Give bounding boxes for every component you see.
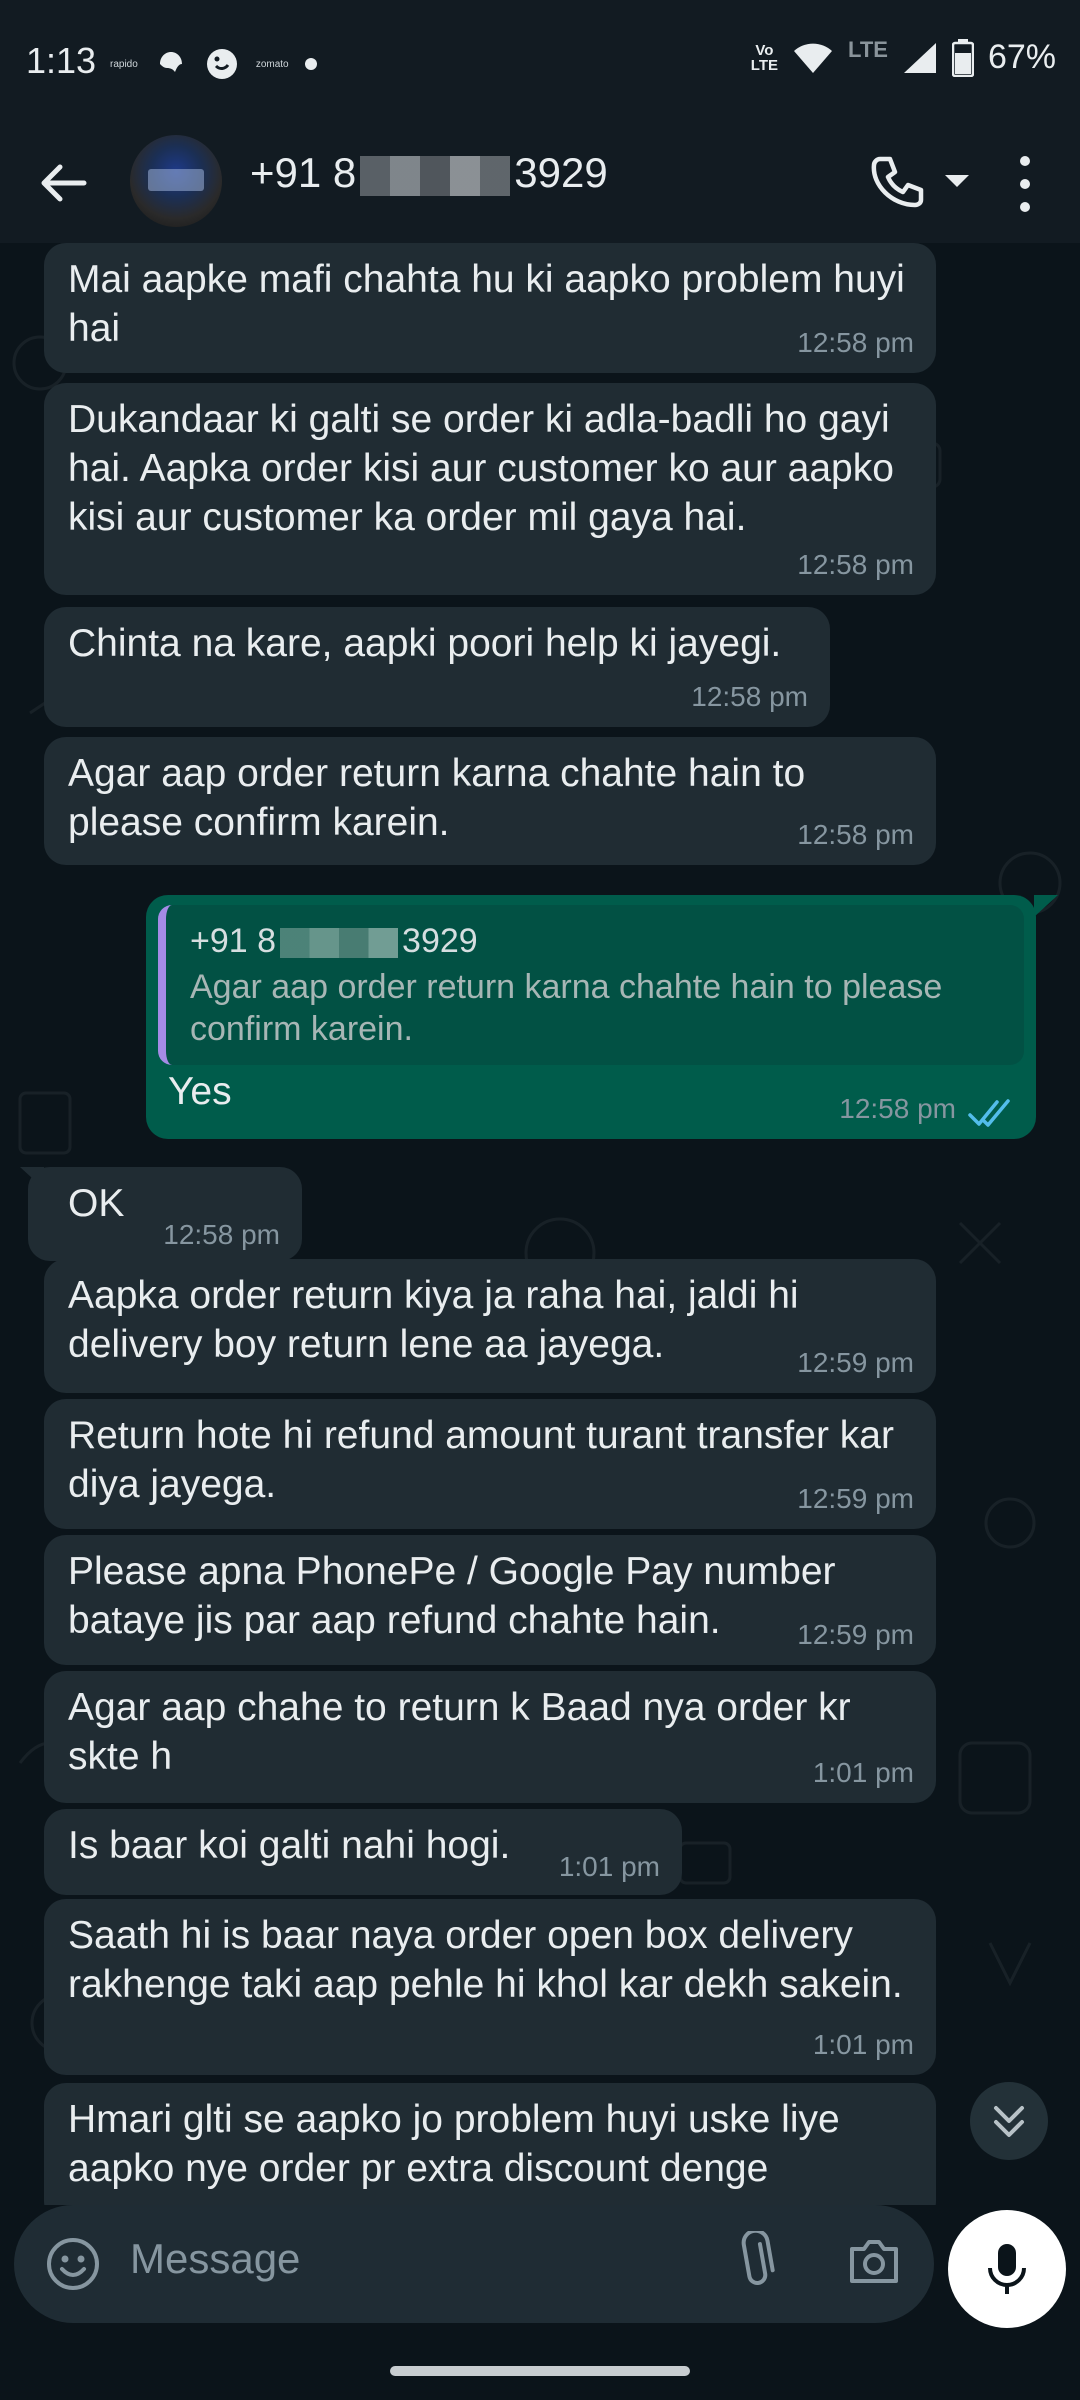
- message-time: 12:58 pm: [163, 1219, 280, 1250]
- incoming-message[interactable]: OK 12:58 pm: [28, 1167, 302, 1261]
- message-time: 12:58 pm: [691, 681, 808, 712]
- redacted-digits: [360, 155, 511, 196]
- message-text: Dukandaar ki galti se order ki adla-badl…: [68, 398, 894, 539]
- message-text: Hmari glti se aapko jo problem huyi uske…: [68, 2098, 840, 2190]
- contact-avatar[interactable]: [130, 135, 222, 227]
- message-text: Saath hi is baar naya order open box del…: [68, 1914, 903, 2006]
- message-text: Agar aap order return karna chahte hain …: [68, 752, 806, 844]
- quoted-text: Agar aap order return karna chahte hain …: [190, 968, 943, 1048]
- notification-icons: rapido zomato: [110, 46, 317, 82]
- incoming-message[interactable]: Please apna PhonePe / Google Pay number …: [44, 1535, 936, 1665]
- system-nav-bar: [0, 2350, 1080, 2400]
- home-gesture-handle[interactable]: [390, 2366, 690, 2376]
- voice-message-button[interactable]: [948, 2210, 1066, 2328]
- message-text: Mai aapke mafi chahta hu ki aapko proble…: [68, 258, 905, 350]
- back-arrow-icon[interactable]: [34, 153, 94, 213]
- message-text: Yes: [168, 1070, 232, 1113]
- signal-icon: [903, 42, 936, 73]
- incoming-message[interactable]: Chinta na kare, aapki poori help ki jaye…: [44, 607, 830, 727]
- message-time: 12:59 pm: [797, 1619, 914, 1650]
- incoming-message[interactable]: Agar aap chahe to return k Baad nya orde…: [44, 1671, 936, 1803]
- message-text: Return hote hi refund amount turant tran…: [68, 1414, 894, 1506]
- scroll-to-bottom-button[interactable]: [970, 2082, 1048, 2160]
- message-composer[interactable]: Message: [14, 2205, 934, 2323]
- chat-notification-icon: [206, 49, 237, 79]
- incoming-message[interactable]: Hmari glti se aapko jo problem huyi uske…: [44, 2083, 936, 2205]
- contact-name[interactable]: +91 8 3929: [250, 149, 608, 197]
- volte-indicator: Vo LTE: [750, 41, 779, 74]
- incoming-message[interactable]: Dukandaar ki galti se order ki adla-badl…: [44, 383, 936, 595]
- swiggy-notification-icon: [159, 52, 182, 72]
- camera-icon[interactable]: [846, 2233, 902, 2289]
- outgoing-message[interactable]: +91 8 3929 Agar aap order return karna ch…: [146, 895, 1036, 1139]
- caret-down-icon[interactable]: [940, 169, 974, 193]
- lte-indicator: LTE: [848, 36, 888, 62]
- message-text: Aapka order return kiya ja raha hai, jal…: [68, 1274, 799, 1366]
- more-notifications-dot: [304, 58, 317, 70]
- incoming-message[interactable]: Aapka order return kiya ja raha hai, jal…: [44, 1259, 936, 1393]
- message-time: 12:58 pm: [839, 1093, 956, 1124]
- message-time: 12:59 pm: [797, 1483, 914, 1514]
- message-time: 12:58 pm: [797, 327, 914, 358]
- message-time: 1:01 pm: [558, 1851, 660, 1882]
- message-input[interactable]: Message: [130, 2235, 300, 2283]
- composer-bar: Message: [0, 2205, 1080, 2350]
- message-list[interactable]: Mai aapke mafi chahta hu ki aapko proble…: [0, 243, 1080, 2205]
- incoming-message[interactable]: Mai aapke mafi chahta hu ki aapko proble…: [44, 243, 936, 373]
- incoming-message[interactable]: Is baar koi galti nahi hogi. 1:01 pm: [44, 1809, 682, 1895]
- phone-icon[interactable]: [866, 151, 926, 211]
- message-text: Please apna PhonePe / Google Pay number …: [68, 1550, 836, 1642]
- chat-header: +91 8 3929: [0, 125, 1080, 243]
- bubble-tail: [20, 1167, 44, 1189]
- battery-icon: [951, 38, 974, 77]
- incoming-message[interactable]: Agar aap order return karna chahte hain …: [44, 737, 936, 865]
- message-time: 12:59 pm: [797, 1347, 914, 1378]
- message-text: Agar aap chahe to return k Baad nya orde…: [68, 1686, 851, 1778]
- zomato-notification-icon: zomato: [255, 58, 289, 70]
- wifi-icon: [794, 43, 833, 73]
- status-bar: 1:13 rapido zomato Vo LTE LTE 67%: [0, 0, 1080, 125]
- message-time: 12:58 pm: [797, 819, 914, 850]
- message-text: Chinta na kare, aapki poori help ki jaye…: [68, 622, 782, 665]
- more-vert-icon[interactable]: [1010, 151, 1040, 217]
- status-right: Vo LTE LTE 67%: [750, 36, 1056, 77]
- double-check-icon: [968, 1099, 1010, 1127]
- bubble-tail: [1034, 895, 1058, 917]
- emoji-icon[interactable]: [44, 2235, 102, 2293]
- double-chevron-down-icon: [994, 2106, 1024, 2137]
- status-time: 1:13: [26, 40, 97, 81]
- message-time: 1:01 pm: [812, 2029, 914, 2060]
- incoming-message[interactable]: Return hote hi refund amount turant tran…: [44, 1399, 936, 1529]
- mic-icon: [988, 2244, 1026, 2294]
- message-time: 1:01 pm: [812, 1757, 914, 1788]
- attach-icon[interactable]: [729, 2231, 783, 2293]
- rapido-notification-icon: rapido: [110, 58, 138, 70]
- battery-percent: 67%: [987, 38, 1056, 76]
- quoted-sender: +91 8 3929: [190, 922, 478, 960]
- quoted-message[interactable]: +91 8 3929 Agar aap order return karna ch…: [158, 905, 1024, 1065]
- redacted-digits: [280, 928, 399, 959]
- incoming-message[interactable]: Saath hi is baar naya order open box del…: [44, 1899, 936, 2075]
- message-time: 12:58 pm: [797, 549, 914, 580]
